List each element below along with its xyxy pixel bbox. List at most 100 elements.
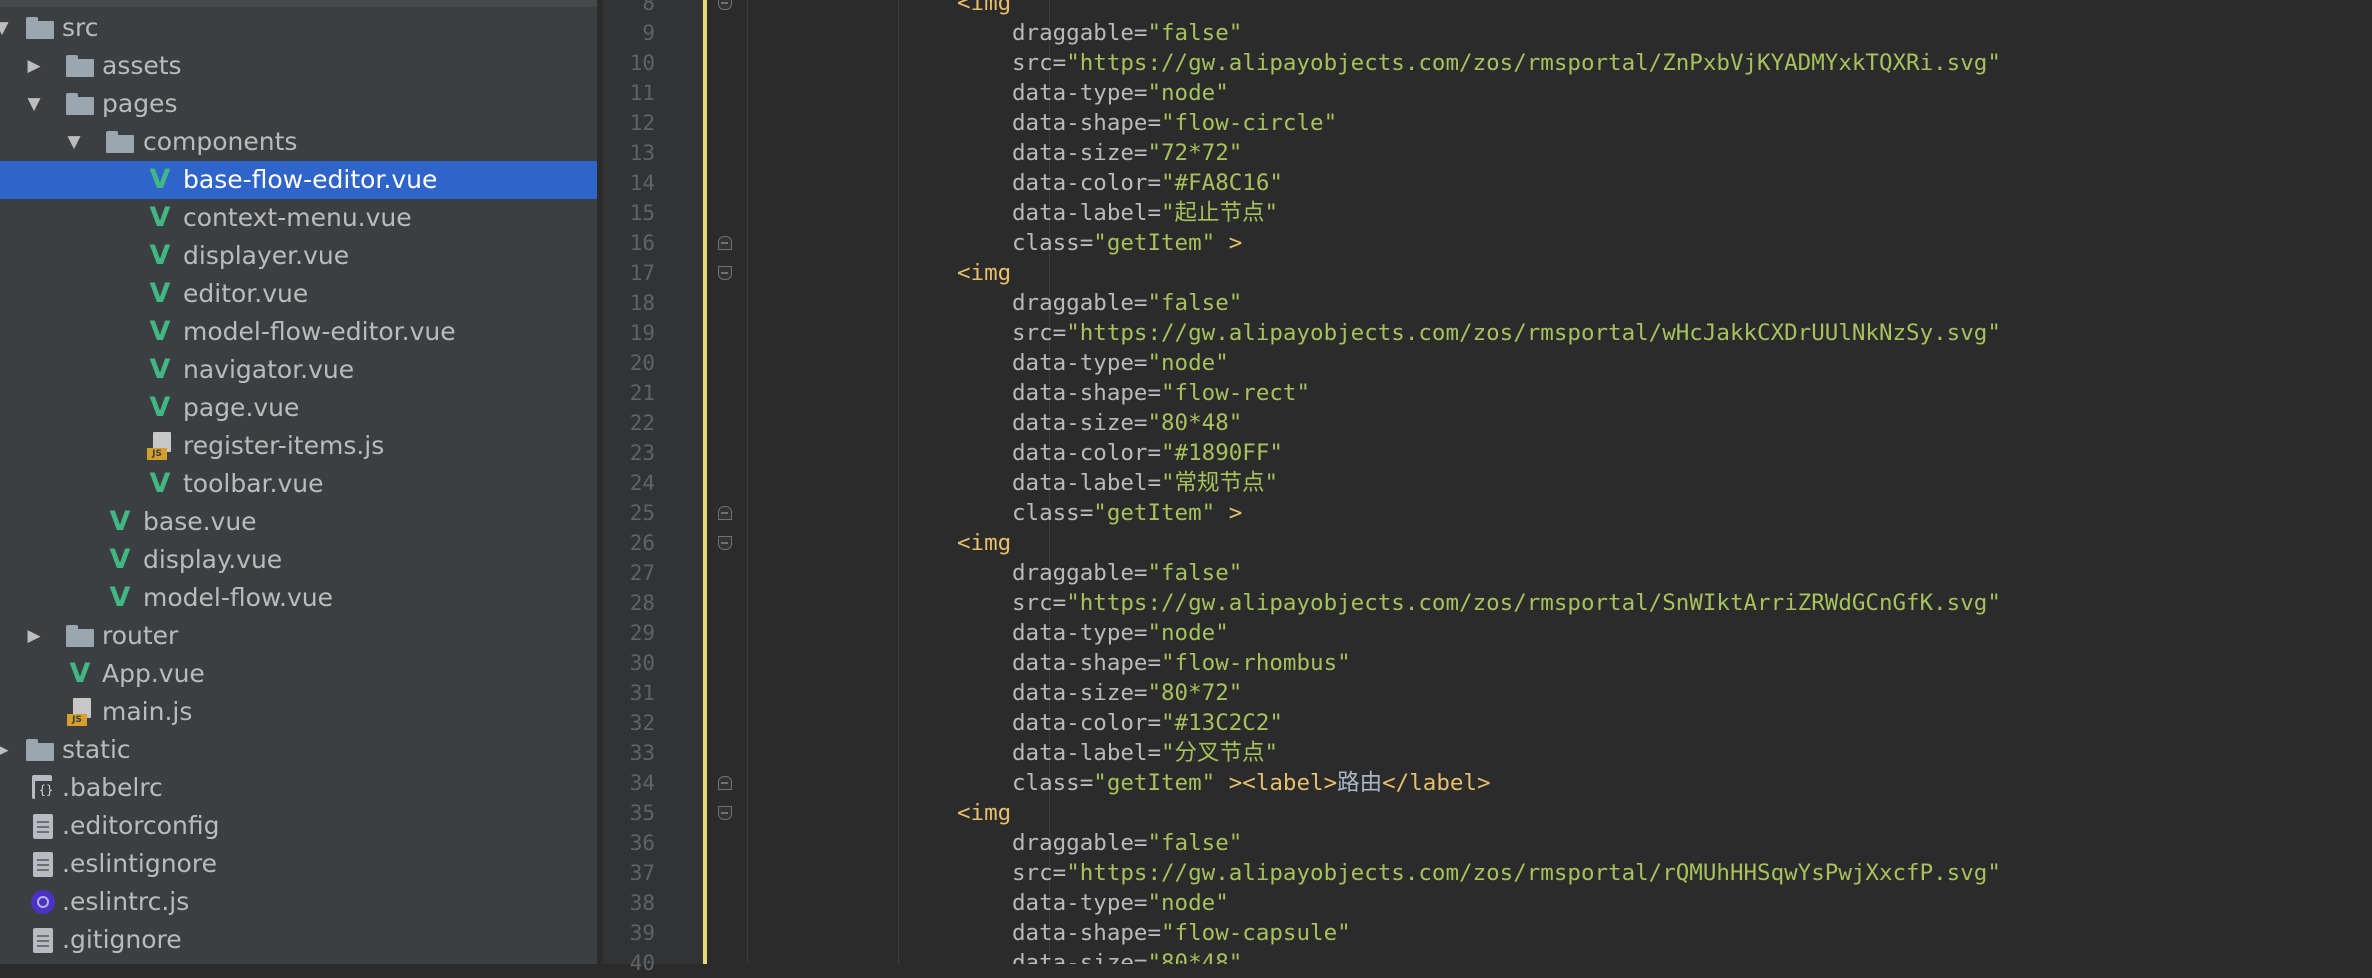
folder-icon <box>26 14 54 42</box>
tree-item-label: editor.vue <box>183 279 309 308</box>
tree-item[interactable]: Vmodel-flow-editor.vue <box>0 313 597 351</box>
tree-item-label: assets <box>102 51 182 80</box>
code-line: src="https://gw.alipayobjects.com/zos/rm… <box>707 588 2372 618</box>
fold-collapse-icon[interactable] <box>718 806 732 820</box>
fold-collapse-icon[interactable] <box>718 536 732 550</box>
code-token-attr: data-shape= <box>1012 110 1162 136</box>
expand-arrow-right-icon[interactable]: ▶ <box>0 731 12 769</box>
folder-icon <box>66 622 94 650</box>
code-line: class="getItem" > <box>707 498 2372 528</box>
eslint-icon <box>29 888 57 916</box>
code-token-val: "flow-rect" <box>1161 380 1311 406</box>
tree-item[interactable]: .eslintignore <box>0 845 597 883</box>
code-token-val: "node" <box>1147 350 1229 376</box>
folder-icon <box>66 90 94 118</box>
code-token-attr: data-color= <box>1012 710 1162 736</box>
tree-item[interactable]: .editorconfig <box>0 807 597 845</box>
tree-item[interactable]: ▼ src <box>0 9 597 47</box>
tree-item[interactable]: Vpage.vue <box>0 389 597 427</box>
code-line: data-shape="flow-circle" <box>707 108 2372 138</box>
code-token-attr: data-type= <box>1012 80 1148 106</box>
line-number: 11 <box>629 81 655 105</box>
code-line: data-label="常规节点" <box>707 468 2372 498</box>
code-token-attr: draggable= <box>1012 20 1148 46</box>
code-token-val: "false" <box>1147 20 1243 46</box>
vue-file-icon: V <box>149 468 171 499</box>
code-line: <img <box>707 0 2372 18</box>
vue-file-icon: V <box>149 392 171 423</box>
tree-item[interactable]: ▶ assets <box>0 47 597 85</box>
tree-item[interactable]: Vcontext-menu.vue <box>0 199 597 237</box>
tree-item-label: .gitignore <box>62 925 182 954</box>
line-number: 35 <box>629 801 655 825</box>
code-token-tag: </label> <box>1382 770 1491 796</box>
code-token-val: "flow-rhombus" <box>1161 650 1351 676</box>
tree-item[interactable]: Veditor.vue <box>0 275 597 313</box>
fold-collapse-icon[interactable] <box>718 0 732 10</box>
code-token-val: "node" <box>1147 80 1229 106</box>
tree-item[interactable]: Vmodel-flow.vue <box>0 579 597 617</box>
code-line: <img <box>707 258 2372 288</box>
code-line: class="getItem" ><label>路由</label> <box>707 768 2372 798</box>
tree-item[interactable]: {} .babelrc <box>0 769 597 807</box>
code-token-val: "flow-circle" <box>1161 110 1338 136</box>
expand-arrow-right-icon[interactable]: ▶ <box>24 47 44 85</box>
tree-item[interactable]: Vnavigator.vue <box>0 351 597 389</box>
tree-item[interactable]: Vtoolbar.vue <box>0 465 597 503</box>
code-token-val: "flow-capsule" <box>1161 920 1351 946</box>
code-token-attr: data-label= <box>1012 740 1162 766</box>
tree-item-label: base-flow-editor.vue <box>183 165 438 194</box>
code-token-text: 路由 <box>1337 770 1383 796</box>
vue-file-icon: V <box>109 544 131 575</box>
tree-item[interactable]: Vbase-flow-editor.vue <box>0 161 597 199</box>
code-token-attr: data-type= <box>1012 620 1148 646</box>
tree-item-label: .eslintignore <box>62 849 217 878</box>
expand-arrow-down-icon[interactable]: ▼ <box>64 123 84 161</box>
code-line: data-shape="flow-capsule" <box>707 918 2372 948</box>
tree-item[interactable]: ▼ components <box>0 123 597 161</box>
tree-item[interactable]: Vbase.vue <box>0 503 597 541</box>
code-line: src="https://gw.alipayobjects.com/zos/rm… <box>707 858 2372 888</box>
tree-item-label: .eslintrc.js <box>62 887 190 916</box>
expand-arrow-down-icon[interactable]: ▼ <box>24 85 44 123</box>
code-token-attr: data-shape= <box>1012 920 1162 946</box>
code-token-tag: > <box>1215 500 1243 526</box>
project-tree-panel: ▼ src ▶ assets ▼ pages ▼ components Vbase-flow-e… <box>0 0 597 964</box>
tree-item-label: .babelrc <box>62 773 163 802</box>
tree-item[interactable]: JS register-items.js <box>0 427 597 465</box>
tree-item[interactable]: ▶ router <box>0 617 597 655</box>
expand-arrow-down-icon[interactable]: ▼ <box>0 9 12 47</box>
tree-item[interactable]: .gitignore <box>0 921 597 959</box>
expand-arrow-right-icon[interactable]: ▶ <box>24 617 44 655</box>
tree-item[interactable]: Vdisplay.vue <box>0 541 597 579</box>
fold-end-icon[interactable] <box>718 236 732 250</box>
tree-item[interactable]: V App.vue <box>0 655 597 693</box>
vue-file-icon: V <box>149 316 171 347</box>
tree-item[interactable]: JS main.js <box>0 693 597 731</box>
tree-item[interactable]: Vdisplayer.vue <box>0 237 597 275</box>
tree-item-label: router <box>102 621 179 650</box>
code-token-attr: data-label= <box>1012 470 1162 496</box>
code-token-attr: draggable= <box>1012 830 1148 856</box>
code-line: data-label="起止节点" <box>707 198 2372 228</box>
code-line: class="getItem" > <box>707 228 2372 258</box>
code-token-attr: data-color= <box>1012 170 1162 196</box>
tree-item[interactable]: ▼ pages <box>0 85 597 123</box>
vue-file-icon: V <box>109 582 131 613</box>
fold-end-icon[interactable] <box>718 776 732 790</box>
line-number: 29 <box>629 621 655 645</box>
code-line: data-size="80*72" <box>707 678 2372 708</box>
fold-collapse-icon[interactable] <box>718 266 732 280</box>
code-line: data-shape="flow-rect" <box>707 378 2372 408</box>
code-editor[interactable]: <img draggable="false" src="https://gw.ali… <box>707 0 2372 964</box>
code-token-attr: data-shape= <box>1012 650 1162 676</box>
tree-item[interactable]: ▶ static <box>0 731 597 769</box>
tree-item[interactable]: .eslintrc.js <box>0 883 597 921</box>
code-token-attr: data-type= <box>1012 350 1148 376</box>
line-number: 26 <box>629 531 655 555</box>
code-token-val: "72*72" <box>1147 140 1243 166</box>
code-token-attr: data-shape= <box>1012 380 1162 406</box>
fold-end-icon[interactable] <box>718 506 732 520</box>
code-line: <img <box>707 798 2372 828</box>
vue-file-icon: V <box>109 506 131 537</box>
